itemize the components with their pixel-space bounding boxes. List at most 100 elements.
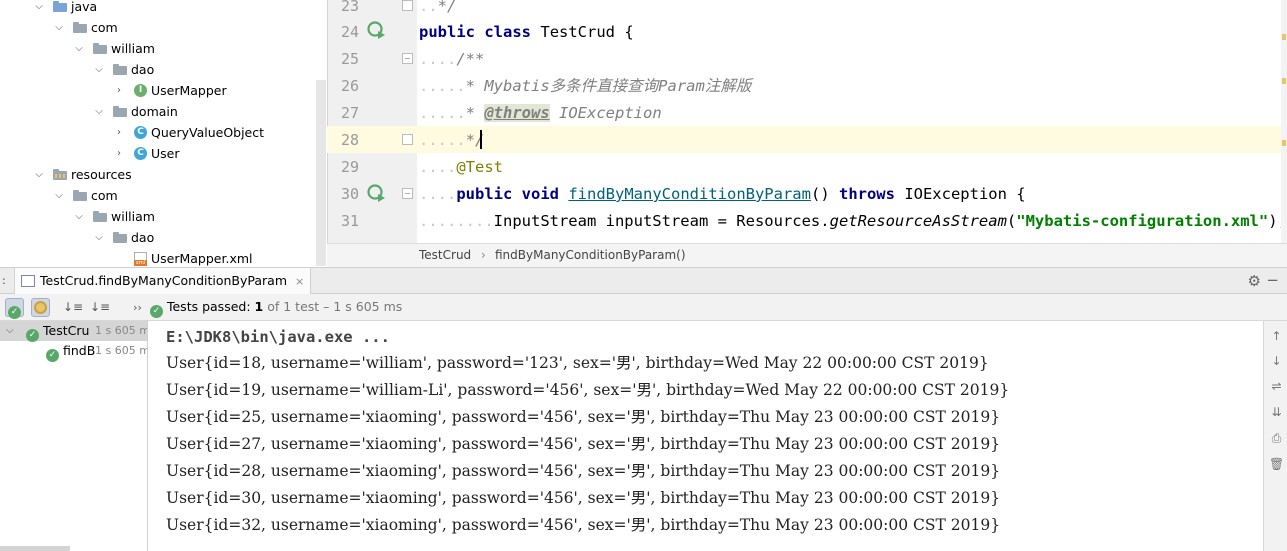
tree-item-com[interactable]: ⌵ com	[0, 185, 316, 206]
chevron-down-icon[interactable]: ⌵	[94, 101, 104, 122]
soft-wrap-icon[interactable]: ⇌	[1269, 379, 1284, 394]
chevron-right-icon[interactable]: ›	[114, 143, 124, 164]
class-icon: C	[134, 126, 148, 139]
tree-item-java[interactable]: ⌵ java	[0, 0, 316, 17]
check-icon: ✓	[46, 341, 59, 362]
run-tab[interactable]: TestCrud.findByManyConditionByParam ×	[14, 268, 312, 294]
line-number: 29	[340, 158, 359, 176]
chevron-right-icon[interactable]: ›	[114, 80, 124, 101]
console-side-toolbar: ↑ ↓ ⇌ ⇊ ⎙ 🗑	[1263, 321, 1287, 551]
package-icon	[93, 210, 107, 223]
trash-icon[interactable]: 🗑	[1269, 457, 1284, 472]
fold-marker-icon[interactable]	[402, 0, 413, 11]
package-icon	[73, 189, 87, 202]
chevron-down-icon[interactable]: ⌵	[74, 206, 84, 227]
run-test-class-icon[interactable]	[366, 20, 386, 40]
tree-item-dao[interactable]: ⌵ dao	[0, 227, 316, 248]
tests-scrollbar[interactable]	[0, 546, 70, 551]
console-output[interactable]: E:\JDK8\bin\java.exe ... User{id=18, use…	[149, 321, 1263, 551]
more-actions-icon[interactable]: ››	[128, 298, 147, 317]
print-icon[interactable]: ⎙	[1269, 431, 1284, 446]
chevron-down-icon[interactable]: ⌵	[74, 38, 84, 59]
check-icon: ✓	[26, 321, 39, 342]
package-icon	[113, 63, 127, 76]
test-item-method[interactable]: ✓ findB 1 s 605 ms	[0, 341, 147, 362]
chevron-down-icon[interactable]: ⌵	[94, 59, 104, 80]
close-icon[interactable]: ×	[295, 275, 304, 288]
editor-scrollbar[interactable]	[1281, 0, 1287, 243]
fold-marker-icon[interactable]	[402, 134, 413, 145]
console-line: User{id=19, username='william-Li', passw…	[166, 381, 1010, 399]
text-caret	[480, 130, 482, 149]
sort-by-duration-icon[interactable]: ↓≡	[90, 298, 110, 317]
line-number: 27	[340, 104, 359, 122]
package-icon	[73, 21, 87, 34]
line-number: 25	[340, 50, 359, 68]
code-line-26: .....* Mybatis多条件直接查询Param注解版	[419, 77, 752, 95]
chevron-down-icon[interactable]: ⌵	[54, 185, 64, 206]
code-line-31: ........InputStream inputStream = Resour…	[419, 212, 1287, 230]
package-icon	[93, 42, 107, 55]
code-line-23: ..*/	[419, 0, 457, 15]
line-number: 31	[340, 212, 359, 230]
breadcrumb-method[interactable]: findByManyConditionByParam()	[495, 248, 686, 262]
code-line-30: ....public void findByManyConditionByPar…	[419, 185, 1026, 203]
breadcrumb-separator: ›	[481, 248, 486, 262]
chevron-down-icon[interactable]: ⌵	[54, 17, 64, 38]
chevron-down-icon[interactable]: ⌵	[6, 321, 14, 341]
sort-alphabetically-icon[interactable]: ↓≡	[63, 298, 83, 317]
tree-item-william[interactable]: ⌵ william	[0, 206, 316, 227]
fold-marker-icon[interactable]: −	[402, 188, 413, 199]
code-line-29: ....@Test	[419, 158, 503, 176]
code-line-24: public class TestCrud {	[419, 23, 634, 41]
run-test-method-icon[interactable]	[366, 183, 386, 203]
test-toolbar: ✓ ↓≡ ↓≡ ›› ✓ Tests passed: 1 of 1 test –…	[0, 294, 1287, 321]
line-number: 28	[340, 131, 359, 149]
chevron-down-icon[interactable]: ⌵	[34, 164, 44, 185]
test-status: ✓ Tests passed: 1 of 1 test – 1 s 605 ms	[150, 299, 402, 318]
chevron-down-icon[interactable]: ⌵	[34, 0, 44, 17]
source-folder-icon	[53, 0, 67, 13]
check-icon: ✓	[150, 305, 163, 318]
scroll-to-end-icon[interactable]: ⇊	[1269, 405, 1284, 420]
line-number: 23	[340, 0, 359, 15]
tree-item-com[interactable]: ⌵ com	[0, 17, 316, 38]
xml-file-icon: xml	[134, 252, 148, 266]
console-command: E:\JDK8\bin\java.exe ...	[166, 328, 390, 346]
show-passed-button[interactable]: ✓	[5, 298, 24, 319]
console-line: User{id=28, username='xiaoming', passwor…	[166, 462, 1001, 480]
breadcrumb: TestCrud › findByManyConditionByParam()	[327, 243, 1287, 267]
package-icon	[113, 231, 127, 244]
code-line-28: .....*/	[419, 131, 485, 149]
tree-item-resources[interactable]: ⌵ resources	[0, 164, 316, 185]
run-tool-window-header: : TestCrud.findByManyConditionByParam × ⚙…	[0, 267, 1287, 294]
tree-item-usermapper-xml[interactable]: xml UserMapper.xml	[0, 248, 316, 266]
tree-item-domain[interactable]: ⌵ domain	[0, 101, 316, 122]
run-tab-label: TestCrud.findByManyConditionByParam	[40, 273, 288, 288]
tree-item-dao[interactable]: ⌵ dao	[0, 59, 316, 80]
arrow-down-icon[interactable]: ↓	[1269, 354, 1284, 369]
run-config-icon	[21, 275, 35, 287]
interface-icon: I	[134, 84, 148, 97]
show-ignored-button[interactable]	[31, 298, 50, 317]
breadcrumb-class[interactable]: TestCrud	[419, 248, 471, 262]
console-line: User{id=25, username='xiaoming', passwor…	[166, 408, 1001, 426]
tree-item-queryvalueobject[interactable]: › C QueryValueObject	[0, 122, 316, 143]
code-line-27: .....* @throws IOException	[419, 104, 662, 122]
tree-item-william[interactable]: ⌵ william	[0, 38, 316, 59]
tree-item-usermapper[interactable]: › I UserMapper	[0, 80, 316, 101]
chevron-down-icon[interactable]: ⌵	[94, 227, 104, 248]
code-line-25: ..../**	[419, 50, 485, 68]
fold-marker-icon[interactable]: −	[402, 53, 413, 64]
console-line: User{id=18, username='william', password…	[166, 354, 989, 372]
gear-icon[interactable]: ⚙	[1248, 272, 1261, 290]
line-number: 26	[340, 77, 359, 95]
minimize-icon[interactable]: −	[1266, 271, 1279, 289]
chevron-right-icon[interactable]: ›	[114, 122, 124, 143]
project-tree: ⌵ java ⌵ com ⌵ william ⌵ dao › I UserMap…	[0, 0, 327, 266]
tree-item-user[interactable]: › C User	[0, 143, 316, 164]
console-line: User{id=30, username='xiaoming', passwor…	[166, 489, 1001, 507]
arrow-up-icon[interactable]: ↑	[1269, 329, 1284, 344]
test-item-class[interactable]: ⌵ ✓ TestCru 1 s 605 ms	[0, 321, 147, 342]
tree-scrollbar[interactable]	[316, 80, 326, 266]
